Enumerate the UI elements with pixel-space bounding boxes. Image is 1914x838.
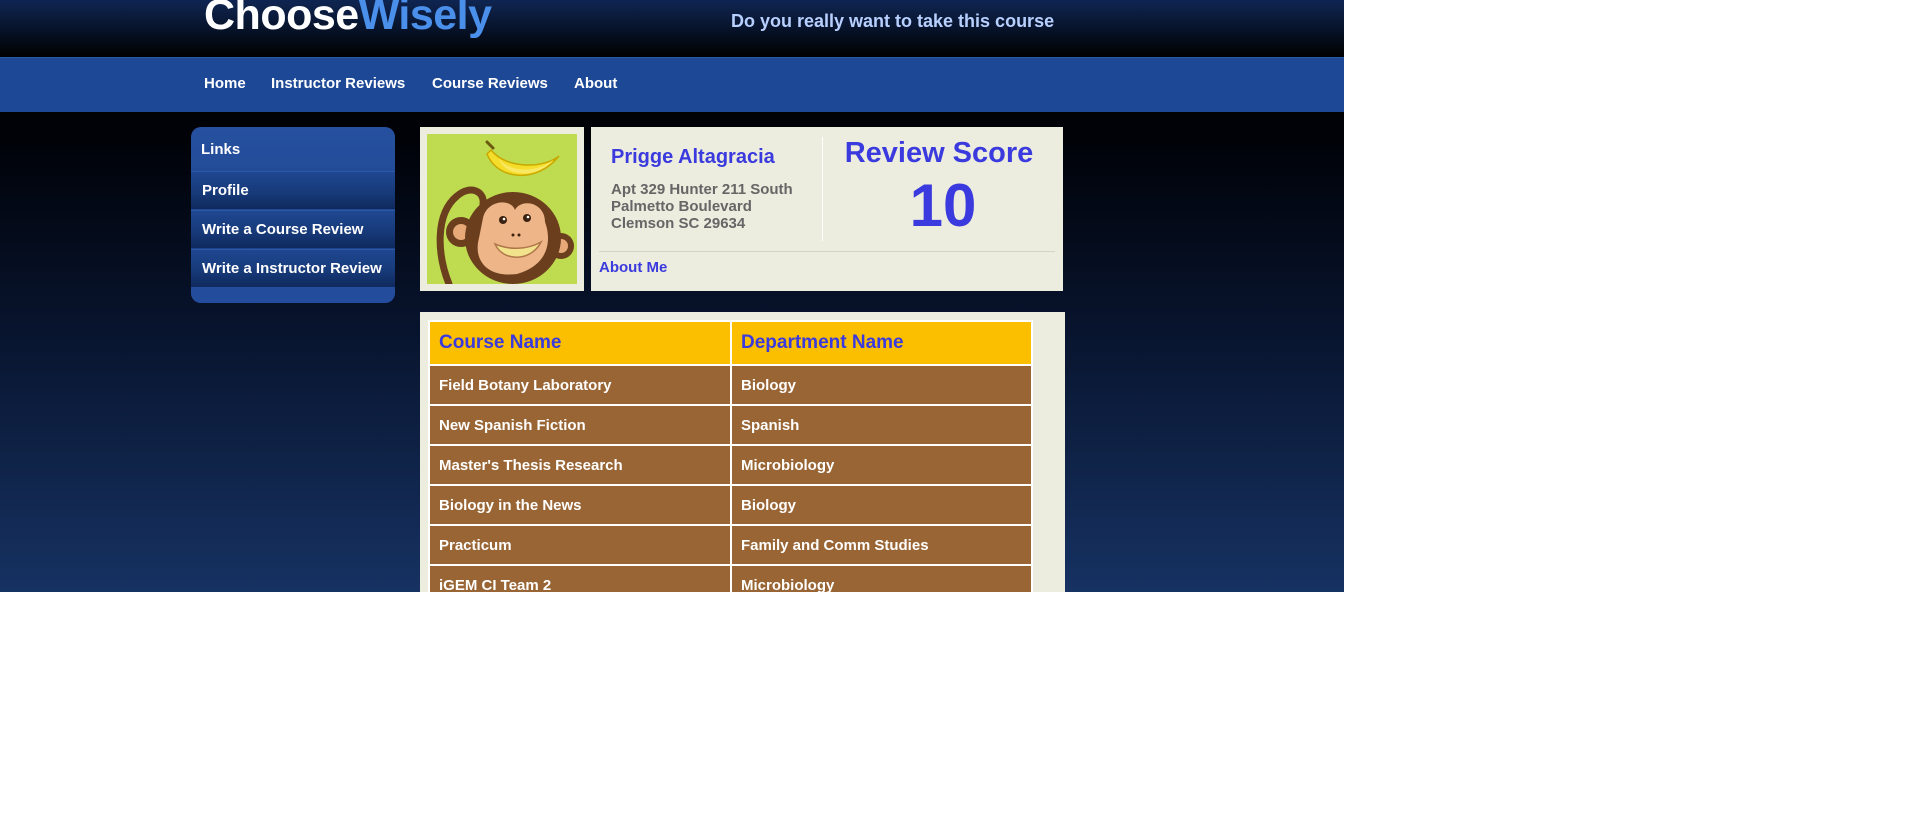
course-name-cell[interactable]: Field Botany Laboratory (428, 364, 732, 406)
column-header-department-name: Department Name (730, 320, 1033, 366)
sidebar-item-write-course-review[interactable]: Write a Course Review (191, 210, 395, 248)
about-me-link[interactable]: About Me (599, 259, 667, 276)
main-nav: Home Instructor Reviews Course Reviews A… (0, 57, 1344, 112)
department-name-cell: Microbiology (730, 564, 1033, 592)
nav-about[interactable]: About (574, 75, 617, 92)
table-row[interactable]: iGEM CI Team 2 Microbiology (428, 564, 1033, 592)
department-name-cell: Family and Comm Studies (730, 524, 1033, 566)
address-line-2: Palmetto Boulevard (611, 198, 752, 215)
table-row[interactable]: Biology in the News Biology (428, 484, 1033, 526)
info-divider-vertical (822, 137, 823, 241)
sidebar-item-profile[interactable]: Profile (191, 171, 395, 209)
department-name-cell: Spanish (730, 404, 1033, 446)
course-list-panel: Course Name Department Name Field Botany… (420, 312, 1065, 592)
table-header-row: Course Name Department Name (428, 320, 1033, 366)
course-name-cell[interactable]: Master's Thesis Research (428, 444, 732, 486)
sidebar-footer (191, 287, 395, 303)
course-table: Course Name Department Name Field Botany… (428, 320, 1033, 592)
address-line-3: Clemson SC 29634 (611, 215, 746, 232)
site-header: ChooseWisely Do you really want to take … (0, 0, 1344, 57)
site-page: ChooseWisely Do you really want to take … (0, 0, 1344, 592)
course-name-cell[interactable]: New Spanish Fiction (428, 404, 732, 446)
nav-home[interactable]: Home (204, 75, 246, 92)
sidebar-title: Links (201, 141, 241, 158)
course-name-cell[interactable]: Practicum (428, 524, 732, 566)
sidebar-links: Links Profile Write a Course Review Writ… (191, 127, 395, 303)
table-row[interactable]: Field Botany Laboratory Biology (428, 364, 1033, 406)
profile-photo-card (420, 127, 584, 291)
site-logo[interactable]: ChooseWisely (204, 0, 492, 40)
department-name-cell: Biology (730, 364, 1033, 406)
course-name-cell[interactable]: iGEM CI Team 2 (428, 564, 732, 592)
review-score-label: Review Score (844, 137, 1034, 169)
sidebar-item-write-instructor-review[interactable]: Write a Instructor Review (191, 249, 395, 287)
instructor-name: Prigge Altagracia (611, 146, 775, 168)
nav-instructor-reviews[interactable]: Instructor Reviews (271, 75, 405, 92)
site-tagline: Do you really want to take this course (731, 11, 1055, 31)
table-row[interactable]: Master's Thesis Research Microbiology (428, 444, 1033, 486)
department-name-cell: Biology (730, 484, 1033, 526)
review-score-value: 10 (909, 172, 977, 239)
monkey-avatar-icon (427, 134, 577, 284)
address-line-1: Apt 329 Hunter 211 South (611, 181, 793, 198)
table-row[interactable]: New Spanish Fiction Spanish (428, 404, 1033, 446)
course-name-cell[interactable]: Biology in the News (428, 484, 732, 526)
instructor-info-card: Prigge Altagracia Apt 329 Hunter 211 Sou… (591, 127, 1063, 291)
logo-text-choose: Choose (204, 0, 359, 39)
logo-text-wisely: Wisely (358, 0, 492, 39)
nav-course-reviews[interactable]: Course Reviews (432, 75, 548, 92)
column-header-course-name: Course Name (428, 320, 732, 366)
info-divider-horizontal (599, 251, 1055, 252)
table-row[interactable]: Practicum Family and Comm Studies (428, 524, 1033, 566)
department-name-cell: Microbiology (730, 444, 1033, 486)
